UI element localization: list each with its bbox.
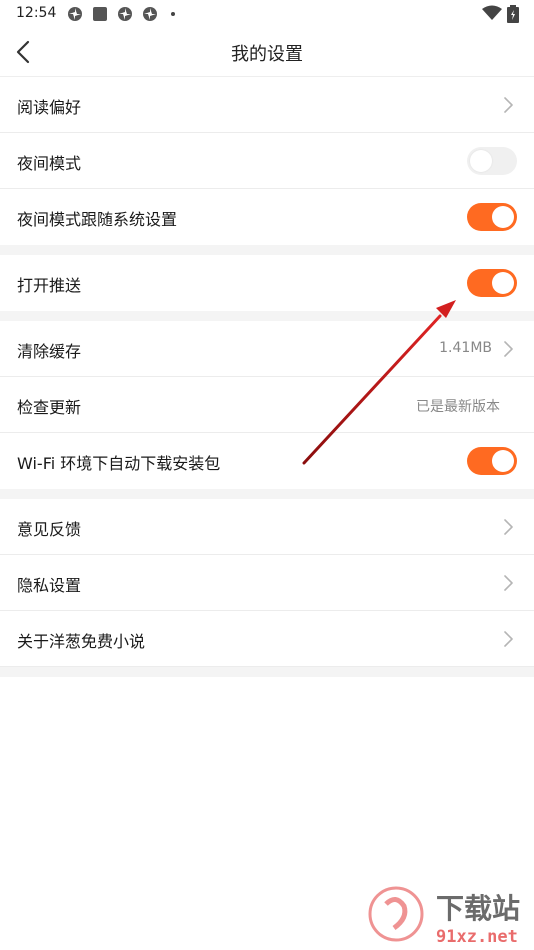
setting-reading-preference[interactable]: 阅读偏好 (0, 77, 534, 133)
status-time: 12:54 (16, 5, 57, 21)
watermark-brand: 下载站 (436, 893, 520, 924)
setting-label: 打开推送 (17, 276, 82, 295)
setting-label: 意见反馈 (17, 520, 82, 539)
section-divider (0, 667, 534, 677)
setting-feedback[interactable]: 意见反馈 (0, 499, 534, 555)
chevron-right-icon (504, 341, 513, 357)
toggle-knob (492, 272, 514, 294)
setting-night-mode-follow-system: 夜间模式跟随系统设置 (0, 189, 534, 245)
setting-label: 清除缓存 (17, 342, 82, 361)
notification-dot (171, 12, 175, 16)
pinwheel-icon (68, 7, 82, 21)
page-title: 我的设置 (231, 44, 303, 65)
setting-push-notifications: 打开推送 (0, 255, 534, 311)
watermark-domain: 91xz.net (436, 927, 518, 947)
setting-label: 关于洋葱免费小说 (17, 632, 146, 651)
setting-label: Wi-Fi 环境下自动下载安装包 (17, 454, 221, 473)
status-bar: 12:54 (0, 0, 534, 28)
pinwheel-icon (143, 7, 157, 21)
setting-wifi-auto-download: Wi-Fi 环境下自动下载安装包 (0, 433, 534, 489)
toggle-knob (492, 206, 514, 228)
setting-label: 夜间模式跟随系统设置 (17, 210, 178, 229)
cache-size-value: 1.41MB (439, 340, 492, 356)
setting-clear-cache[interactable]: 清除缓存 1.41MB (0, 321, 534, 377)
setting-label: 检查更新 (17, 398, 82, 417)
settings-list: 阅读偏好 夜间模式 夜间模式跟随系统设置 打开推送 清除缓存 1.41MB 检查… (0, 77, 534, 677)
chevron-right-icon (504, 97, 513, 113)
night-follow-system-toggle[interactable] (467, 203, 517, 231)
toggle-knob (492, 450, 514, 472)
chevron-right-icon (504, 631, 513, 647)
section-divider (0, 245, 534, 255)
top-bar: 我的设置 (0, 28, 534, 77)
watermark-logo: 下载站 91xz.net (368, 886, 520, 947)
section-divider (0, 489, 534, 499)
toggle-knob (470, 150, 492, 172)
chevron-right-icon (504, 575, 513, 591)
square-app-icon (93, 7, 107, 21)
update-status-value: 已是最新版本 (416, 399, 500, 415)
push-toggle[interactable] (467, 269, 517, 297)
section-divider (0, 311, 534, 321)
setting-label: 隐私设置 (17, 576, 82, 595)
setting-night-mode: 夜间模式 (0, 133, 534, 189)
setting-label: 夜间模式 (17, 154, 82, 173)
setting-privacy[interactable]: 隐私设置 (0, 555, 534, 611)
setting-check-update[interactable]: 检查更新 已是最新版本 (0, 377, 534, 433)
battery-icon (507, 5, 519, 23)
wifi-icon (482, 5, 502, 20)
wifi-auto-download-toggle[interactable] (467, 447, 517, 475)
chevron-right-icon (504, 519, 513, 535)
setting-label: 阅读偏好 (17, 98, 82, 117)
night-mode-toggle[interactable] (467, 147, 517, 175)
setting-about[interactable]: 关于洋葱免费小说 (0, 611, 534, 667)
pinwheel-icon (118, 7, 132, 21)
